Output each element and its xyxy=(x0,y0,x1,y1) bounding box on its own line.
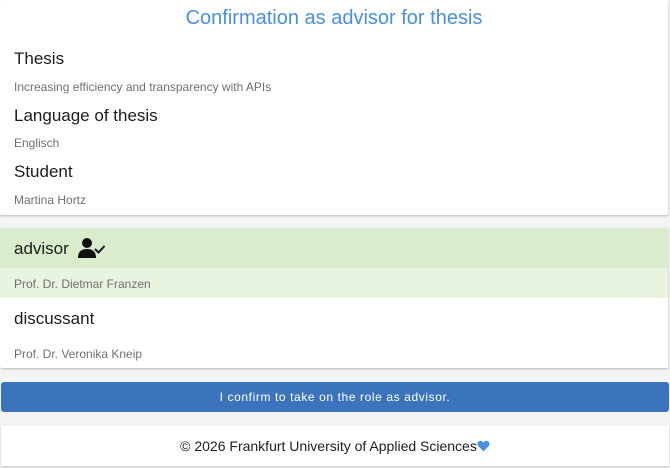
thesis-value: Increasing efficiency and transparency w… xyxy=(14,80,272,94)
heart-icon xyxy=(477,440,490,452)
language-value: Englisch xyxy=(14,136,60,150)
thesis-info-card: Confirmation as advisor for thesis Thesi… xyxy=(0,0,668,215)
advisor-value: Prof. Dr. Dietmar Franzen xyxy=(14,277,151,291)
discussant-label: discussant xyxy=(14,309,95,328)
roles-card: advisor Prof. Dr. Dietmar Franzen discus… xyxy=(0,228,668,368)
student-label: Student xyxy=(14,162,73,181)
advisor-role-value-row: Prof. Dr. Dietmar Franzen xyxy=(0,268,668,298)
footer: © 2026 Frankfurt University of Applied S… xyxy=(1,426,669,466)
language-label: Language of thesis xyxy=(14,106,158,125)
footer-text: © 2026 Frankfurt University of Applied S… xyxy=(180,438,477,454)
discussant-value: Prof. Dr. Veronika Kneip xyxy=(14,347,143,361)
page-title: Confirmation as advisor for thesis xyxy=(185,7,483,29)
student-value: Martina Hortz xyxy=(14,193,87,207)
confirm-advisor-button[interactable]: I confirm to take on the role as advisor… xyxy=(1,382,669,412)
advisor-role-header: advisor xyxy=(0,228,668,268)
thesis-label: Thesis xyxy=(14,49,65,68)
user-check-icon xyxy=(78,238,105,258)
advisor-label: advisor xyxy=(14,239,69,258)
